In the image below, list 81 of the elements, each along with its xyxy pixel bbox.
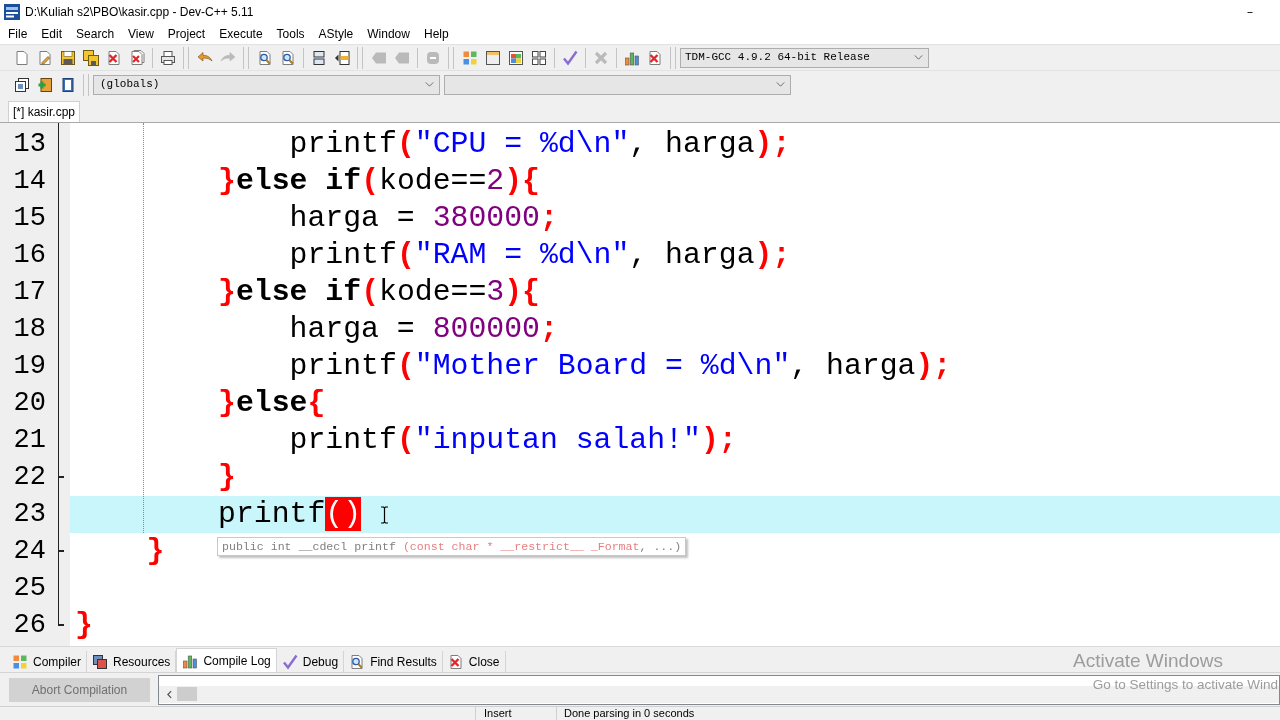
page-x-icon[interactable] <box>105 49 122 66</box>
page-magnifier-icon[interactable] <box>279 49 296 66</box>
scope-dropdown[interactable]: (globals) <box>93 74 440 95</box>
line-number: 18 <box>13 313 46 346</box>
blank-page-icon[interactable] <box>13 49 30 66</box>
chevron-down-icon <box>425 82 434 87</box>
outdent-icon[interactable] <box>333 49 350 66</box>
compiler-dropdown[interactable]: TDM-GCC 4.9.2 64-bit Release <box>680 47 929 68</box>
menu-item[interactable]: Project <box>160 24 213 44</box>
printer-icon[interactable] <box>159 49 176 66</box>
signature-tooltip: public int __cdecl printf (const char * __restrict__ _Format, ...) <box>217 537 687 556</box>
line-number: 15 <box>13 202 46 235</box>
colored-grid-icon <box>12 653 28 670</box>
code-line: printf("RAM = %d\n", harga); <box>289 237 791 274</box>
file-tab[interactable]: [*] kasir.cpp <box>8 101 81 122</box>
scrollbar-thumb[interactable] <box>177 687 197 701</box>
code-line: } <box>75 607 93 644</box>
minimize-icon[interactable] <box>1245 11 1255 13</box>
page-x-icon <box>447 653 464 670</box>
window-icon[interactable] <box>484 49 501 66</box>
colored-grid-icon[interactable] <box>461 49 478 66</box>
menu-item[interactable]: File <box>1 24 35 44</box>
page-x-icon[interactable] <box>646 49 663 66</box>
bar-chart-icon[interactable] <box>623 49 640 66</box>
floppy-disks-icon[interactable] <box>82 49 99 66</box>
insert-mode-status: Insert <box>483 707 513 720</box>
menu-item[interactable]: Search <box>69 24 122 44</box>
line-number: 22 <box>13 461 46 494</box>
menu-item[interactable]: Window <box>360 24 417 44</box>
line-number: 13 <box>13 128 46 161</box>
code-line: } <box>218 459 236 496</box>
line-number: 23 <box>13 498 46 531</box>
menu-item[interactable]: View <box>121 24 161 44</box>
chevron-down-icon <box>776 82 785 87</box>
activation-notice-title: Activate Windows <box>1073 649 1223 673</box>
activation-notice-text: Go to Settings to activate Wind <box>1092 676 1278 694</box>
menu-item[interactable]: Edit <box>34 24 70 44</box>
status-message: Done parsing in 0 seconds <box>563 707 695 720</box>
chevron-down-icon <box>914 55 923 60</box>
line-number: 21 <box>13 424 46 457</box>
page-pencil-icon[interactable] <box>36 49 53 66</box>
line-number: 16 <box>13 239 46 272</box>
colored-window-icon[interactable] <box>507 49 524 66</box>
code-line: printf() <box>218 496 362 533</box>
line-number: 26 <box>13 609 46 642</box>
check-icon[interactable] <box>561 49 578 66</box>
stacked-squares-icon <box>92 653 108 670</box>
indent-icon[interactable] <box>310 49 327 66</box>
panel-tab[interactable]: Compile Log <box>176 648 277 672</box>
page-magnifier-icon[interactable] <box>256 49 273 66</box>
window-stack-icon[interactable] <box>13 76 30 93</box>
menu-item[interactable]: Execute <box>212 24 270 44</box>
code-line: harga = 800000; <box>289 311 558 348</box>
line-number: 25 <box>13 572 46 605</box>
grid-icon[interactable] <box>530 49 547 66</box>
check-icon <box>281 653 298 670</box>
code-line: printf("Mother Board = %d\n", harga); <box>289 348 952 385</box>
bar-chart-icon <box>182 652 199 669</box>
app-logo-icon <box>4 4 20 20</box>
code-line: printf("CPU = %d\n", harga); <box>289 126 791 163</box>
code-line: }else if(kode==3){ <box>218 274 540 311</box>
code-line: }else{ <box>218 385 326 422</box>
code-line: }else if(kode==2){ <box>218 163 540 200</box>
text-cursor-icon <box>380 506 389 524</box>
scroll-left-icon[interactable] <box>167 689 172 699</box>
line-number: 20 <box>13 387 46 420</box>
page-magnifier-icon <box>349 653 366 670</box>
plus-block-icon[interactable] <box>36 76 53 93</box>
pages-x-icon[interactable] <box>128 49 145 66</box>
code-line: printf("inputan salah!"); <box>289 422 737 459</box>
window-title: D:\Kuliah s2\PBO\kasir.cpp - Dev-C++ 5.11 <box>25 4 254 21</box>
code-line: } <box>146 533 165 570</box>
panel-icon[interactable] <box>59 76 76 93</box>
line-number: 17 <box>13 276 46 309</box>
menu-item[interactable]: Tools <box>269 24 312 44</box>
menu-item[interactable]: Help <box>416 24 456 44</box>
menu-item[interactable]: AStyle <box>311 24 361 44</box>
line-number: 14 <box>13 165 46 198</box>
line-number: 24 <box>13 535 46 568</box>
line-number: 19 <box>13 350 46 383</box>
code-line: harga = 380000; <box>289 200 558 237</box>
